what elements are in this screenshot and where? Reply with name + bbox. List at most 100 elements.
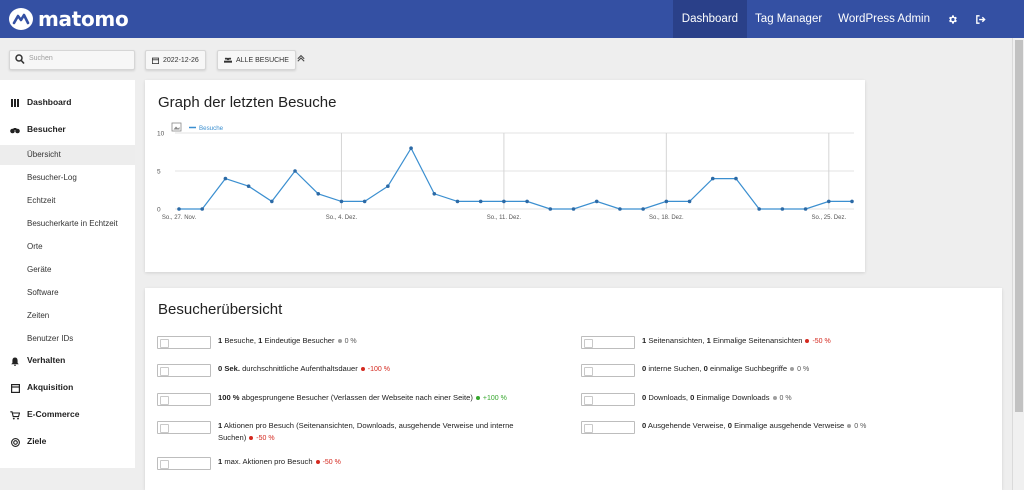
overview-metric-row: 0 interne Suchen, 0 einmalige Suchbegrif… [581, 363, 881, 377]
data-point [525, 199, 529, 204]
sidebar-item-ecommerce[interactable]: E-Commerce [0, 405, 135, 425]
data-point [409, 146, 413, 150]
sidebar-item-ziele[interactable]: Ziele [0, 432, 135, 452]
sidebar-item-benutzer-ids[interactable]: Benutzer IDs [0, 329, 135, 349]
trend-dot-icon [249, 436, 254, 441]
date-label: 2022-12-26 [163, 56, 199, 64]
overview-metric-row: 0 Downloads, 0 Einmalige Downloads 0 % [581, 392, 881, 406]
search-input[interactable]: Suchen [9, 50, 135, 70]
metric-change-value: -50 % [812, 338, 831, 345]
overview-metric-row: 1 Besuche, 1 Eindeutige Besucher 0 % [157, 335, 537, 349]
metric-change-badge: +100 % [475, 395, 507, 402]
data-point [687, 199, 692, 204]
metric-change-badge: -50 % [315, 459, 341, 466]
visits-line-chart: 0 5 10 So., 27. Nov. So., 4. Dez. So., 11. De… [157, 122, 854, 221]
logout-icon[interactable] [966, 0, 994, 38]
trend-dot-icon [790, 367, 795, 372]
sidebar-item-zeiten[interactable]: Zeiten [0, 306, 135, 326]
metric-text: 0 Ausgehende Verweise, 0 Einmalige ausge… [642, 420, 866, 433]
overview-metric-row: 1 Aktionen pro Besuch (Seitenansichten, … [157, 420, 537, 445]
sparkline-image[interactable] [157, 393, 211, 406]
sidebar-item-orte[interactable]: Orte [0, 237, 135, 257]
y-tick-label: 5 [157, 169, 161, 176]
scrollbar-thumb[interactable] [1015, 40, 1023, 412]
sparkline-image[interactable] [157, 364, 211, 377]
data-point [734, 176, 738, 181]
sparkline-image[interactable] [157, 336, 211, 349]
trend-dot-icon [360, 367, 365, 372]
sidebar-item-verhalten[interactable]: Verhalten [0, 351, 135, 371]
sidebar-item-geraete[interactable]: Geräte [0, 260, 135, 280]
trend-dot-icon [847, 424, 852, 429]
metric-change-value: 0 % [779, 395, 792, 402]
overview-metric-row: 100 % abgesprungene Besucher (Verlassen … [157, 392, 537, 406]
search-placeholder: Suchen [29, 55, 53, 62]
metric-label: Besuche, [222, 336, 259, 345]
x-tick-label: So., 27. Nov. [162, 215, 197, 221]
date-picker-button[interactable]: 2022-12-26 [145, 50, 206, 70]
data-point [664, 199, 669, 204]
sidebar-label-dashboard: Dashboard [27, 97, 72, 107]
sidebar-menu: Dashboard Besucher Übersicht Besucher-Lo… [0, 80, 135, 468]
sparkline-image[interactable] [157, 421, 211, 434]
metric-change-badge: -50 % [805, 338, 831, 345]
segment-icon [224, 57, 232, 63]
sidebar-item-besucher[interactable]: Besucher [0, 120, 135, 140]
brand-name: matomo [38, 7, 129, 31]
sparkline-image[interactable] [581, 393, 635, 406]
metric-label: Seitenansichten, [646, 336, 707, 345]
metric-text: 1 Besuche, 1 Eindeutige Besucher 0 % [218, 335, 357, 348]
data-point [223, 176, 228, 181]
sidebar-label-uebersicht: Übersicht [27, 150, 61, 159]
metric-text: 1 max. Aktionen pro Besuch -50 % [218, 456, 341, 469]
sidebar-item-echtzeit[interactable]: Echtzeit [0, 191, 135, 211]
x-tick-label: So., 18. Dez. [649, 215, 684, 221]
sidebar-item-uebersicht[interactable]: Übersicht [0, 145, 135, 165]
sparkline-image[interactable] [581, 364, 635, 377]
nav-dashboard[interactable]: Dashboard [672, 0, 748, 38]
sparkline-image[interactable] [581, 421, 635, 434]
metric-label: Downloads, [646, 393, 691, 402]
metric-change-value: 0 % [344, 338, 357, 345]
trend-dot-icon [315, 460, 320, 465]
top-bar: matomo Dashboard Tag Manager WordPress A… [0, 0, 1024, 38]
data-point [757, 207, 761, 211]
metric-change-badge: -100 % [360, 366, 390, 373]
data-point [618, 207, 622, 211]
overview-metric-row: 1 Seitenansichten, 1 Einmalige Seitenans… [581, 335, 881, 349]
metric-value: 100 % [218, 393, 240, 402]
gear-icon[interactable] [938, 0, 966, 38]
overview-card-title: Besucherübersicht [158, 301, 283, 318]
metric-change-value: -50 % [322, 459, 341, 466]
sidebar-item-software[interactable]: Software [0, 283, 135, 303]
metric-label: Einmalige Seitenansichten [710, 336, 803, 345]
page-scrollbar[interactable] [1012, 38, 1024, 490]
data-point [293, 169, 297, 173]
sidebar-item-dashboard[interactable]: Dashboard [0, 93, 135, 113]
window-icon [10, 382, 20, 394]
nav-wordpress-admin[interactable]: WordPress Admin [830, 0, 938, 38]
matomo-logo[interactable]: matomo [9, 7, 129, 31]
sidebar-item-besucher-log[interactable]: Besucher-Log [0, 168, 135, 188]
data-point [548, 207, 553, 211]
metric-change-badge: -50 % [249, 435, 275, 442]
collapse-chevron-up-icon[interactable] [297, 54, 305, 64]
sidebar-label-benutzer-ids: Benutzer IDs [27, 334, 74, 343]
data-point [200, 207, 205, 211]
sparkline-image[interactable] [581, 336, 635, 349]
metric-text: 0 interne Suchen, 0 einmalige Suchbegrif… [642, 363, 809, 376]
legend-label-besuche[interactable]: Besuche [199, 125, 224, 132]
sparkline-image[interactable] [157, 457, 211, 470]
sidebar-item-akquisition[interactable]: Akquisition [0, 378, 135, 398]
metric-label: Eindeutige Besucher [262, 336, 335, 345]
data-point [641, 207, 645, 211]
metric-change-value: +100 % [482, 395, 507, 402]
metric-text: 0 Downloads, 0 Einmalige Downloads 0 % [642, 392, 792, 405]
nav-tag-manager[interactable]: Tag Manager [747, 0, 830, 38]
data-point [432, 192, 437, 196]
sidebar-label-geraete: Geräte [27, 265, 52, 274]
sidebar-label-akquisition: Akquisition [27, 382, 74, 392]
sidebar-label-echtzeit: Echtzeit [27, 196, 56, 205]
sidebar-item-besucherkarte[interactable]: Besucherkarte in Echtzeit [0, 214, 135, 234]
segment-selector-button[interactable]: ALLE BESUCHE [217, 50, 296, 70]
